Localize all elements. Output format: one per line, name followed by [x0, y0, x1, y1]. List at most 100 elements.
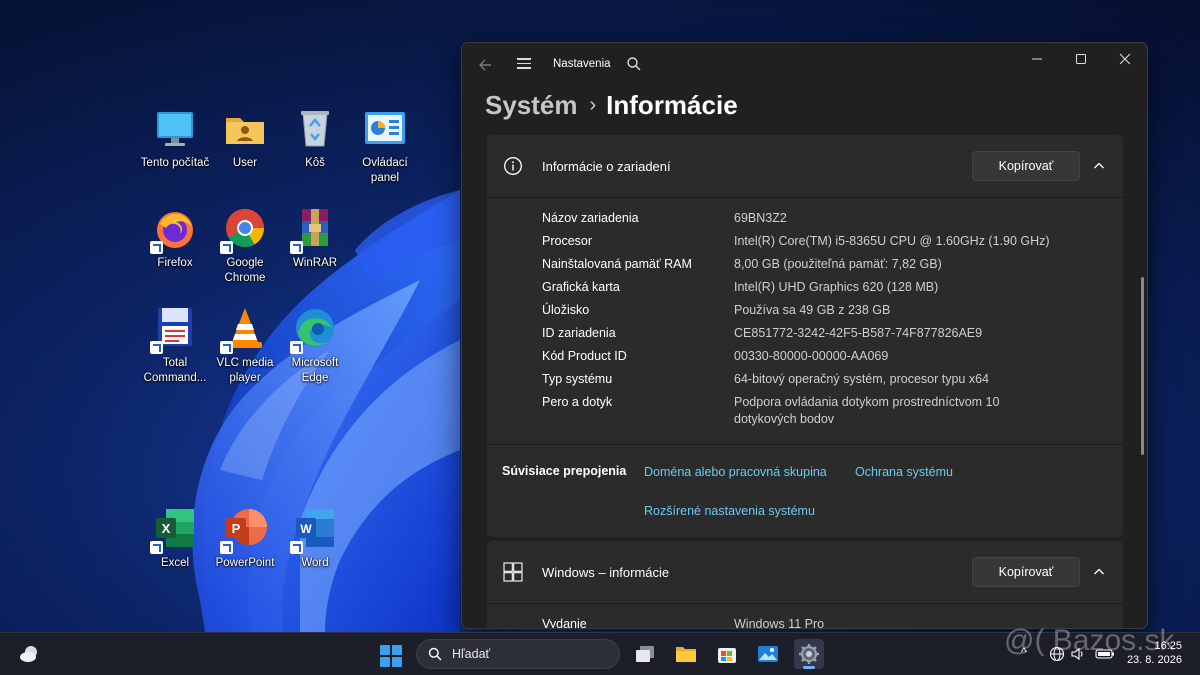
app-title: Nastavenia: [553, 58, 611, 70]
spec-row: Kód Product ID 00330-80000-00000-AA069: [487, 348, 1123, 365]
desktop-icon-this-pc[interactable]: Tento počítač: [141, 106, 209, 171]
desktop-icon-edge[interactable]: Microsoft Edge: [282, 306, 348, 386]
desktop-icon-label: Microsoft Edge: [291, 357, 339, 384]
windows-info-title: Windows – informácie: [542, 565, 670, 580]
taskbar-search[interactable]: Hľadať: [416, 639, 620, 669]
photos-taskbar-button[interactable]: [753, 639, 783, 669]
close-button[interactable]: [1103, 43, 1147, 75]
desktop-icon-chrome[interactable]: Google Chrome: [212, 206, 278, 286]
task-view-button[interactable]: [630, 639, 660, 669]
shortcut-arrow-icon: [220, 241, 233, 254]
winrar-icon: [290, 206, 338, 254]
breadcrumb: Systém › Informácie: [485, 88, 738, 125]
spec-row: Úložisko Používa sa 49 GB z 238 GB: [487, 302, 1123, 319]
spec-row: Typ systému 64-bitový operačný systém, pr…: [487, 371, 1123, 388]
desktop-icon-label: Total Command...: [143, 357, 207, 384]
chevron-up-icon[interactable]: [1091, 564, 1107, 580]
control-panel-icon: [362, 106, 408, 152]
minimize-icon: [1032, 58, 1042, 60]
desktop-icon-control-panel[interactable]: Ovládací panel: [352, 106, 418, 186]
spec-value: 8,00 GB (použiteľná pamäť: 7,82 GB): [734, 257, 942, 271]
watermark: @( Bazos.sk: [1004, 624, 1175, 657]
start-button[interactable]: [380, 645, 402, 667]
spec-value: Podpora ovládania dotykom prostredníctvo…: [734, 395, 1000, 426]
desktop-icon-excel[interactable]: X Excel: [142, 506, 208, 571]
spec-key: Grafická karta: [542, 280, 620, 294]
spec-value: 64-bitový operačný systém, procesor typu…: [734, 372, 989, 386]
spec-value: 00330-80000-00000-AA069: [734, 349, 889, 363]
info-icon: [503, 156, 523, 176]
svg-text:X: X: [162, 521, 171, 536]
shortcut-arrow-icon: [290, 541, 303, 554]
spec-row: Pero a dotyk Podpora ovládania dotykom pr…: [487, 394, 1123, 428]
windows-info-header[interactable]: Windows – informácie Kopírovať: [487, 541, 1123, 603]
spec-row: Grafická karta Intel(R) UHD Graphics 620 …: [487, 279, 1123, 296]
desktop-icon-label: Tento počítač: [140, 157, 210, 169]
copy-windows-info-button[interactable]: Kopírovať: [972, 557, 1080, 587]
store-taskbar-button[interactable]: [712, 639, 742, 669]
maximize-icon: [1076, 54, 1086, 64]
device-info-card: Informácie o zariadení Kopírovať Názov z…: [487, 135, 1123, 537]
system-protection-link[interactable]: Ochrana systému: [855, 465, 953, 479]
breadcrumb-separator: ›: [589, 94, 597, 116]
shortcut-arrow-icon: [220, 341, 233, 354]
spec-value: CE851772-3242-42F5-B587-74F877826AE9: [734, 326, 983, 340]
excel-icon: X: [150, 506, 198, 554]
spec-key: Kód Product ID: [542, 349, 627, 363]
shortcut-arrow-icon: [150, 541, 163, 554]
total-commander-icon: [150, 306, 198, 354]
minimize-button[interactable]: [1015, 43, 1059, 75]
spec-row: Názov zariadenia 69BN3Z2: [487, 210, 1123, 227]
related-links-label: Súvisiace prepojenia: [502, 464, 627, 478]
edge-icon: [290, 306, 338, 354]
spec-value: 69BN3Z2: [734, 211, 787, 225]
desktop-icon-total-commander[interactable]: Total Command...: [142, 306, 208, 386]
desktop-icon-recycle-bin[interactable]: Kôš: [282, 106, 348, 171]
desktop-icon-label: Word: [301, 557, 329, 569]
recycle-bin-icon: [292, 106, 338, 152]
file-explorer-taskbar-button[interactable]: [671, 639, 701, 669]
copy-device-info-button[interactable]: Kopírovať: [972, 151, 1080, 181]
breadcrumb-parent[interactable]: Systém: [485, 90, 578, 120]
chevron-up-icon[interactable]: [1091, 158, 1107, 174]
close-icon: [1119, 53, 1131, 65]
spec-value: Intel(R) UHD Graphics 620 (128 MB): [734, 280, 939, 294]
svg-text:W: W: [300, 522, 312, 536]
divider: [487, 603, 1123, 604]
desktop-icon-firefox[interactable]: Firefox: [142, 206, 208, 271]
settings-window: Nastavenia Systém › Informácie Informácie …: [461, 42, 1148, 629]
desktop-icon-vlc[interactable]: VLC media player: [212, 306, 278, 386]
scrollbar-thumb[interactable]: [1141, 277, 1144, 455]
domain-workgroup-link[interactable]: Doména alebo pracovná skupina: [644, 465, 827, 479]
desktop-icon-user[interactable]: User: [212, 106, 278, 171]
task-view-icon: [636, 646, 654, 662]
word-icon: W: [290, 506, 338, 554]
device-info-header[interactable]: Informácie o zariadení Kopírovať: [487, 135, 1123, 197]
desktop-icon-powerpoint[interactable]: P PowerPoint: [212, 506, 278, 571]
weather-widget-icon[interactable]: [19, 644, 41, 664]
advanced-system-settings-link[interactable]: Rozšírené nastavenia systému: [644, 504, 815, 518]
spec-key: Pero a dotyk: [542, 395, 613, 409]
device-spec-list: Názov zariadenia 69BN3Z2 Procesor Intel(R)…: [487, 198, 1123, 444]
store-icon: [718, 648, 736, 663]
spec-row: Procesor Intel(R) Core(TM) i5-8365U CPU @…: [487, 233, 1123, 250]
search-icon: [428, 647, 442, 661]
powerpoint-icon: P: [220, 506, 268, 554]
spec-row: ID zariadenia CE851772-3242-42F5-B587-74F…: [487, 325, 1123, 342]
user-folder-icon: [222, 106, 268, 152]
desktop-icon-label: Ovládací panel: [362, 157, 408, 184]
maximize-button[interactable]: [1059, 43, 1103, 75]
desktop-icon-word[interactable]: W Word: [282, 506, 348, 571]
desktop-icon-label: VLC media player: [216, 357, 274, 384]
spec-key: Vydanie: [542, 617, 587, 629]
desktop-icon-winrar[interactable]: WinRAR: [282, 206, 348, 271]
desktop-icon-label: PowerPoint: [215, 557, 275, 569]
gear-icon: [799, 644, 819, 664]
folder-icon: [676, 647, 696, 662]
search-icon[interactable]: [626, 56, 642, 72]
spec-key: Názov zariadenia: [542, 211, 639, 225]
back-arrow-icon[interactable]: [476, 55, 496, 75]
spec-value: Intel(R) Core(TM) i5-8365U CPU @ 1.60GHz…: [734, 234, 1050, 248]
settings-taskbar-button[interactable]: [794, 639, 824, 669]
hamburger-menu-icon[interactable]: [514, 55, 534, 75]
